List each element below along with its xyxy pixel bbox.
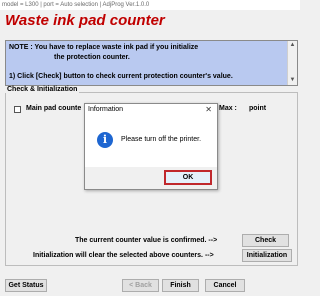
confirm-text: The current counter value is confirmed. … [75,237,218,244]
main-pad-checkbox[interactable] [14,106,21,113]
back-button[interactable]: < Back [122,279,159,292]
ok-button[interactable]: OK [164,170,212,185]
note-scrollbar[interactable]: ▲ ▼ [287,41,297,85]
information-icon: i [97,132,113,148]
note-line-3: 1) Click [Check] button to check current… [9,73,233,80]
finish-button[interactable]: Finish [162,279,199,292]
note-line-1: NOTE : You have to replace waste ink pad… [9,44,199,51]
initialization-button[interactable]: Initialization [242,249,292,262]
scroll-down-icon[interactable]: ▼ [288,76,297,85]
page-title: Waste ink pad counter [5,12,165,29]
window-title: model = L300 | port = Auto selection | A… [0,0,300,10]
max-label: Max : [219,105,237,112]
note-box: NOTE : You have to replace waste ink pad… [5,40,298,86]
note-line-2: the protection counter. [54,54,130,61]
point-label: point [249,105,267,112]
main-pad-label: Main pad counte [26,105,82,112]
group-label: Check & Initialization [5,86,80,93]
scroll-up-icon[interactable]: ▲ [288,41,297,50]
close-icon[interactable]: ✕ [205,105,212,114]
get-status-button[interactable]: Get Status [5,279,47,292]
check-button[interactable]: Check [242,234,289,247]
dialog-title: Information [88,106,124,113]
init-text: Initialization will clear the selected a… [33,252,214,259]
dialog-message: Please turn off the printer. [121,136,202,143]
cancel-button[interactable]: Cancel [205,279,245,292]
